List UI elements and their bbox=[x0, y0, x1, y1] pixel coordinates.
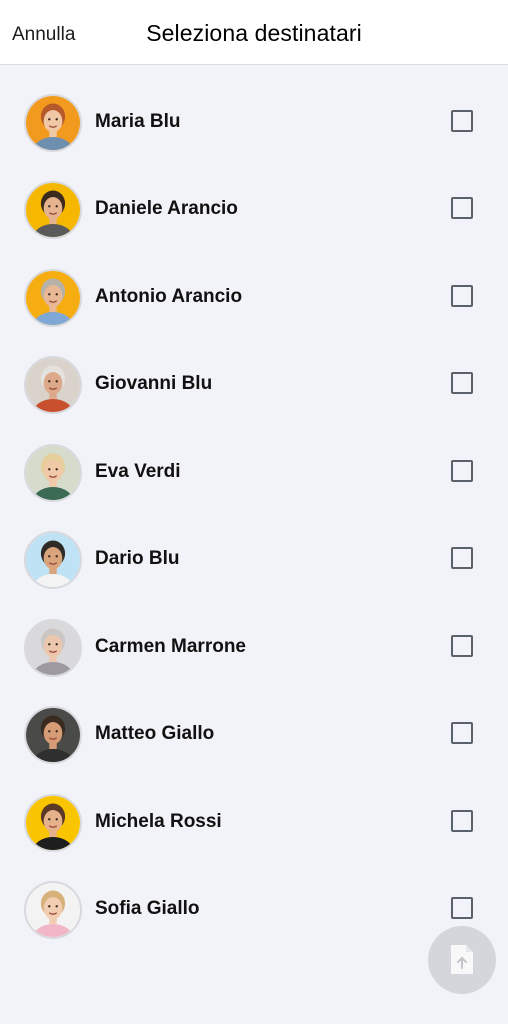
recipient-name: Michela Rossi bbox=[95, 810, 222, 832]
avatar bbox=[24, 181, 82, 239]
avatar bbox=[24, 443, 82, 502]
recipient-row[interactable]: Sofia Giallo bbox=[0, 867, 508, 954]
top-bar: Annulla Seleziona destinatari bbox=[0, 0, 508, 65]
recipient-row[interactable]: Antonio Arancio bbox=[0, 255, 508, 342]
recipient-name: Dario Blu bbox=[95, 548, 180, 569]
recipient-name: Carmen Marrone bbox=[95, 635, 246, 657]
avatar bbox=[24, 793, 82, 852]
recipient-checkbox[interactable] bbox=[451, 284, 473, 307]
recipient-checkbox[interactable] bbox=[451, 634, 473, 657]
upload-button[interactable] bbox=[428, 926, 496, 994]
recipient-name: Eva Verdi bbox=[95, 460, 181, 482]
recipient-name: Matteo Giallo bbox=[95, 723, 215, 744]
recipient-list[interactable]: Maria Blu Daniele Arancio Antonio Arancio G… bbox=[0, 0, 508, 1024]
avatar bbox=[24, 531, 82, 589]
upload-document-icon bbox=[451, 945, 473, 974]
page-title: Seleziona destinatari bbox=[146, 20, 362, 46]
recipient-row[interactable]: Maria Blu bbox=[0, 80, 508, 167]
recipient-row[interactable]: Michela Rossi bbox=[0, 780, 508, 867]
avatar bbox=[24, 881, 82, 939]
recipient-name: Daniele Arancio bbox=[95, 198, 238, 219]
recipient-name: Sofia Giallo bbox=[95, 898, 200, 919]
recipient-row[interactable]: Carmen Marrone bbox=[0, 605, 508, 692]
recipient-row[interactable]: Eva Verdi bbox=[0, 430, 508, 517]
recipient-name: Maria Blu bbox=[95, 110, 181, 132]
avatar bbox=[24, 618, 82, 677]
recipient-name: Antonio Arancio bbox=[95, 285, 243, 307]
recipient-checkbox[interactable] bbox=[451, 809, 473, 832]
recipient-row[interactable]: Daniele Arancio bbox=[0, 167, 508, 254]
recipient-checkbox[interactable] bbox=[451, 547, 473, 569]
recipient-name: Giovanni Blu bbox=[95, 373, 213, 394]
recipient-row[interactable]: Giovanni Blu bbox=[0, 342, 508, 429]
recipient-row[interactable]: Dario Blu bbox=[0, 517, 508, 604]
recipient-checkbox[interactable] bbox=[451, 372, 473, 394]
recipient-checkbox[interactable] bbox=[451, 722, 473, 744]
avatar bbox=[24, 268, 82, 327]
recipient-checkbox[interactable] bbox=[451, 459, 473, 482]
avatar bbox=[24, 93, 82, 152]
recipient-checkbox[interactable] bbox=[451, 197, 473, 219]
recipient-checkbox[interactable] bbox=[451, 109, 473, 132]
recipient-checkbox[interactable] bbox=[451, 897, 473, 919]
avatar bbox=[24, 356, 82, 414]
avatar bbox=[24, 706, 82, 764]
recipient-row[interactable]: Matteo Giallo bbox=[0, 692, 508, 779]
